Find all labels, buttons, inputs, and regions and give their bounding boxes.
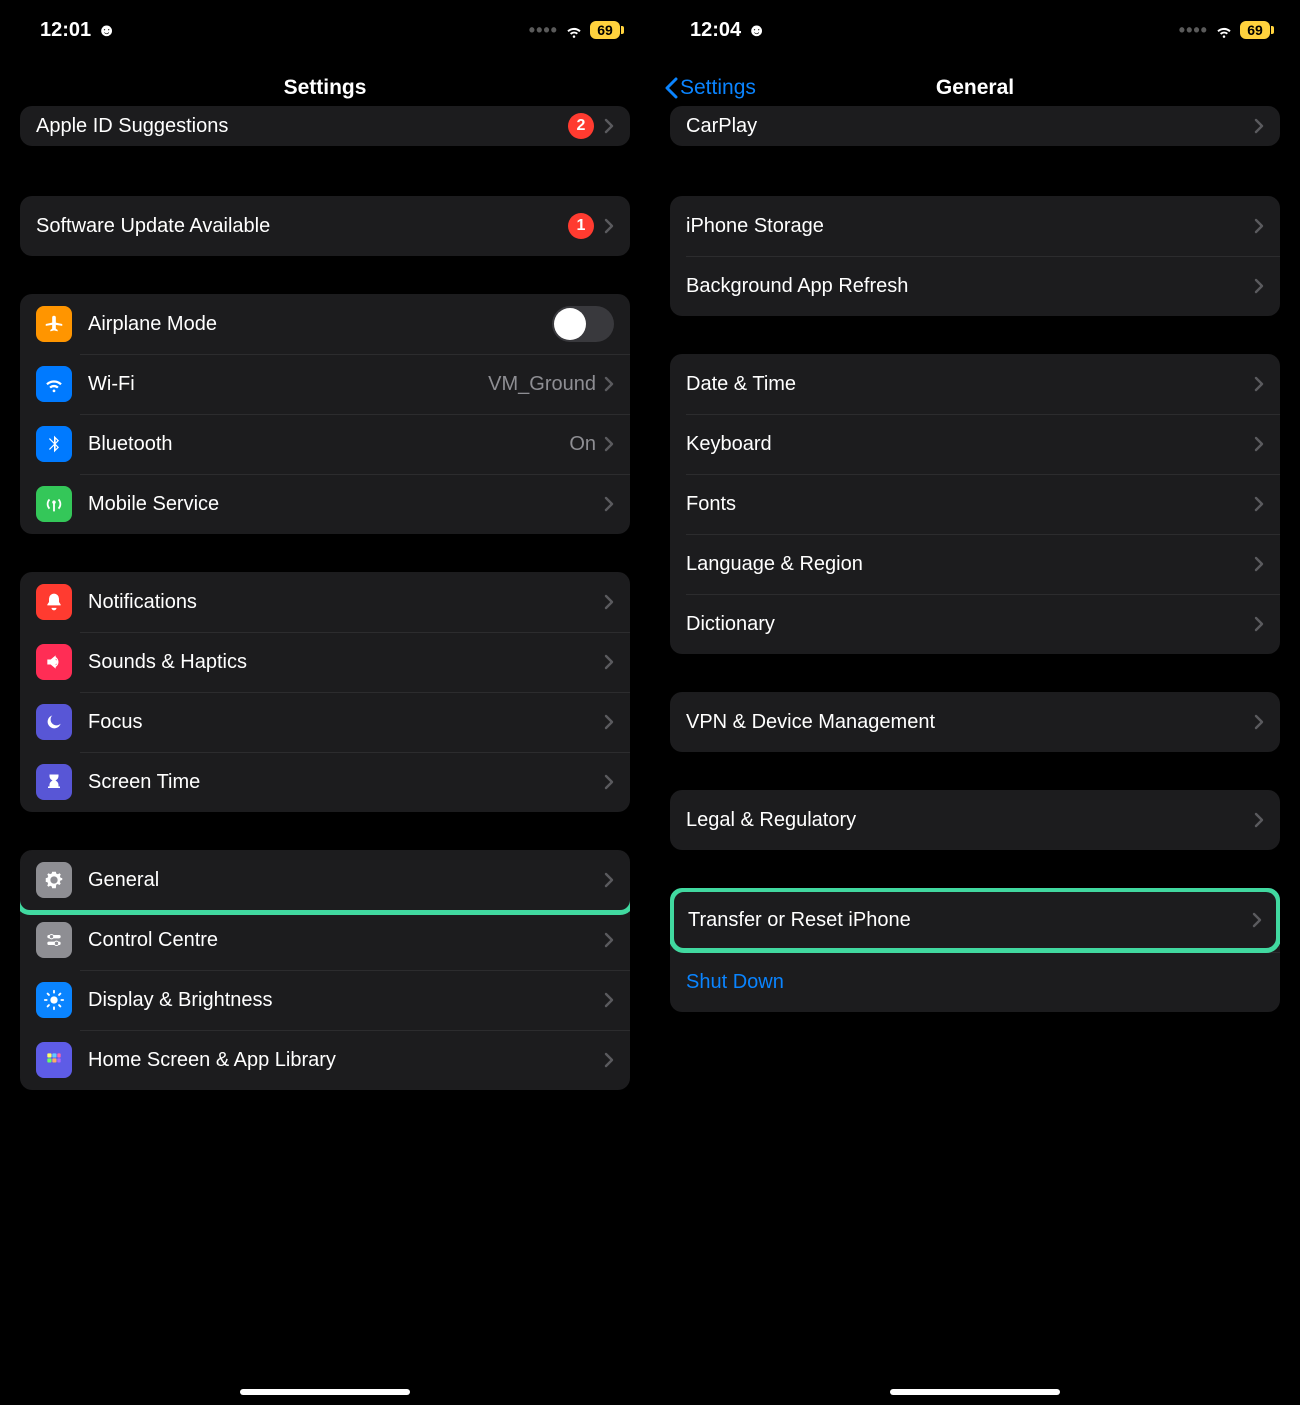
chevron-right-icon — [604, 376, 614, 392]
bluetooth-icon — [36, 426, 72, 462]
apple-id-suggestions-row[interactable]: Apple ID Suggestions 2 — [20, 106, 630, 146]
chevron-right-icon — [1254, 436, 1264, 452]
appleid-group: Apple ID Suggestions 2 — [20, 106, 630, 146]
home-screen-row[interactable]: Home Screen & App Library — [20, 1030, 630, 1090]
chevron-right-icon — [604, 774, 614, 790]
language-region-row[interactable]: Language & Region — [670, 534, 1280, 594]
focus-row[interactable]: Focus — [20, 692, 630, 752]
badge: 1 — [568, 213, 594, 239]
page-title: Settings — [284, 76, 367, 100]
bluetooth-value: On — [569, 433, 596, 456]
software-update-row[interactable]: Software Update Available 1 — [20, 196, 630, 256]
status-bar: 12:04 ☻ •••• 69 — [650, 0, 1300, 60]
status-bar: 12:01 ☻ •••• 69 — [0, 0, 650, 60]
home-indicator[interactable] — [240, 1389, 410, 1395]
keyboard-row[interactable]: Keyboard — [670, 414, 1280, 474]
legal-row[interactable]: Legal & Regulatory — [670, 790, 1280, 850]
chevron-right-icon — [1254, 118, 1264, 134]
date-time-row[interactable]: Date & Time — [670, 354, 1280, 414]
moon-icon — [36, 704, 72, 740]
bluetooth-row[interactable]: Bluetooth On — [20, 414, 630, 474]
storage-group: iPhone Storage Background App Refresh — [670, 196, 1280, 316]
locale-group: Date & Time Keyboard Fonts Language & Re… — [670, 354, 1280, 654]
battery-icon: 69 — [590, 21, 620, 39]
settings-root-screen: 12:01 ☻ •••• 69 Settings Apple ID Sugges… — [0, 0, 650, 1405]
airplane-icon — [36, 306, 72, 342]
legal-group: Legal & Regulatory — [670, 790, 1280, 850]
sun-icon — [36, 982, 72, 1018]
chevron-right-icon — [604, 872, 614, 888]
chevron-right-icon — [604, 118, 614, 134]
smile-icon: ☻ — [747, 20, 766, 41]
sounds-row[interactable]: Sounds & Haptics — [20, 632, 630, 692]
connectivity-group: Airplane Mode Wi-Fi VM_Ground Bluetooth … — [20, 294, 630, 534]
badge: 2 — [568, 113, 594, 139]
notifications-row[interactable]: Notifications — [20, 572, 630, 632]
status-time: 12:04 — [690, 19, 741, 42]
carplay-row[interactable]: CarPlay — [670, 106, 1280, 146]
chevron-right-icon — [1252, 912, 1262, 928]
status-time: 12:01 — [40, 19, 91, 42]
carplay-group: CarPlay — [670, 106, 1280, 146]
wifi-value: VM_Ground — [488, 373, 596, 396]
wifi-row[interactable]: Wi-Fi VM_Ground — [20, 354, 630, 414]
screen-time-row[interactable]: Screen Time — [20, 752, 630, 812]
general-row[interactable]: General — [20, 850, 630, 910]
display-brightness-row[interactable]: Display & Brightness — [20, 970, 630, 1030]
back-button[interactable]: Settings — [664, 76, 756, 100]
page-title: General — [936, 76, 1014, 100]
chevron-right-icon — [604, 932, 614, 948]
iphone-storage-row[interactable]: iPhone Storage — [670, 196, 1280, 256]
smile-icon: ☻ — [97, 20, 116, 41]
chevron-right-icon — [1254, 218, 1264, 234]
apps-grid-icon — [36, 1042, 72, 1078]
chevron-right-icon — [1254, 278, 1264, 294]
airplane-mode-row[interactable]: Airplane Mode — [20, 294, 630, 354]
chevron-right-icon — [604, 436, 614, 452]
software-update-group: Software Update Available 1 — [20, 196, 630, 256]
airplane-toggle[interactable] — [552, 306, 614, 342]
vpn-group: VPN & Device Management — [670, 692, 1280, 752]
mobile-service-row[interactable]: Mobile Service — [20, 474, 630, 534]
antenna-icon — [36, 486, 72, 522]
reset-group: Transfer or Reset iPhone Shut Down — [670, 888, 1280, 1012]
chevron-right-icon — [604, 496, 614, 512]
transfer-reset-row[interactable]: Transfer or Reset iPhone — [672, 890, 1278, 950]
wifi-icon — [1214, 20, 1234, 40]
general-settings-screen: 12:04 ☻ •••• 69 Settings General CarPlay — [650, 0, 1300, 1405]
bell-icon — [36, 584, 72, 620]
gear-icon — [36, 862, 72, 898]
attention-group: Notifications Sounds & Haptics Focus — [20, 572, 630, 812]
chevron-right-icon — [604, 594, 614, 610]
system-group: General Control Centre Display & Brightn — [20, 850, 630, 1090]
fonts-row[interactable]: Fonts — [670, 474, 1280, 534]
chevron-right-icon — [604, 218, 614, 234]
chevron-right-icon — [1254, 376, 1264, 392]
speaker-icon — [36, 644, 72, 680]
chevron-right-icon — [604, 992, 614, 1008]
sliders-icon — [36, 922, 72, 958]
control-centre-row[interactable]: Control Centre — [20, 910, 630, 970]
shut-down-row[interactable]: Shut Down — [670, 952, 1280, 1012]
chevron-right-icon — [1254, 496, 1264, 512]
battery-icon: 69 — [1240, 21, 1270, 39]
hourglass-icon — [36, 764, 72, 800]
cell-signal-icon: •••• — [529, 20, 558, 41]
cell-signal-icon: •••• — [1179, 20, 1208, 41]
chevron-right-icon — [604, 654, 614, 670]
chevron-right-icon — [1254, 616, 1264, 632]
chevron-right-icon — [604, 714, 614, 730]
dictionary-row[interactable]: Dictionary — [670, 594, 1280, 654]
wifi-icon — [564, 20, 584, 40]
chevron-right-icon — [604, 1052, 614, 1068]
chevron-right-icon — [1254, 812, 1264, 828]
chevron-right-icon — [1254, 714, 1264, 730]
background-app-refresh-row[interactable]: Background App Refresh — [670, 256, 1280, 316]
wifi-icon — [36, 366, 72, 402]
vpn-row[interactable]: VPN & Device Management — [670, 692, 1280, 752]
home-indicator[interactable] — [890, 1389, 1060, 1395]
chevron-right-icon — [1254, 556, 1264, 572]
